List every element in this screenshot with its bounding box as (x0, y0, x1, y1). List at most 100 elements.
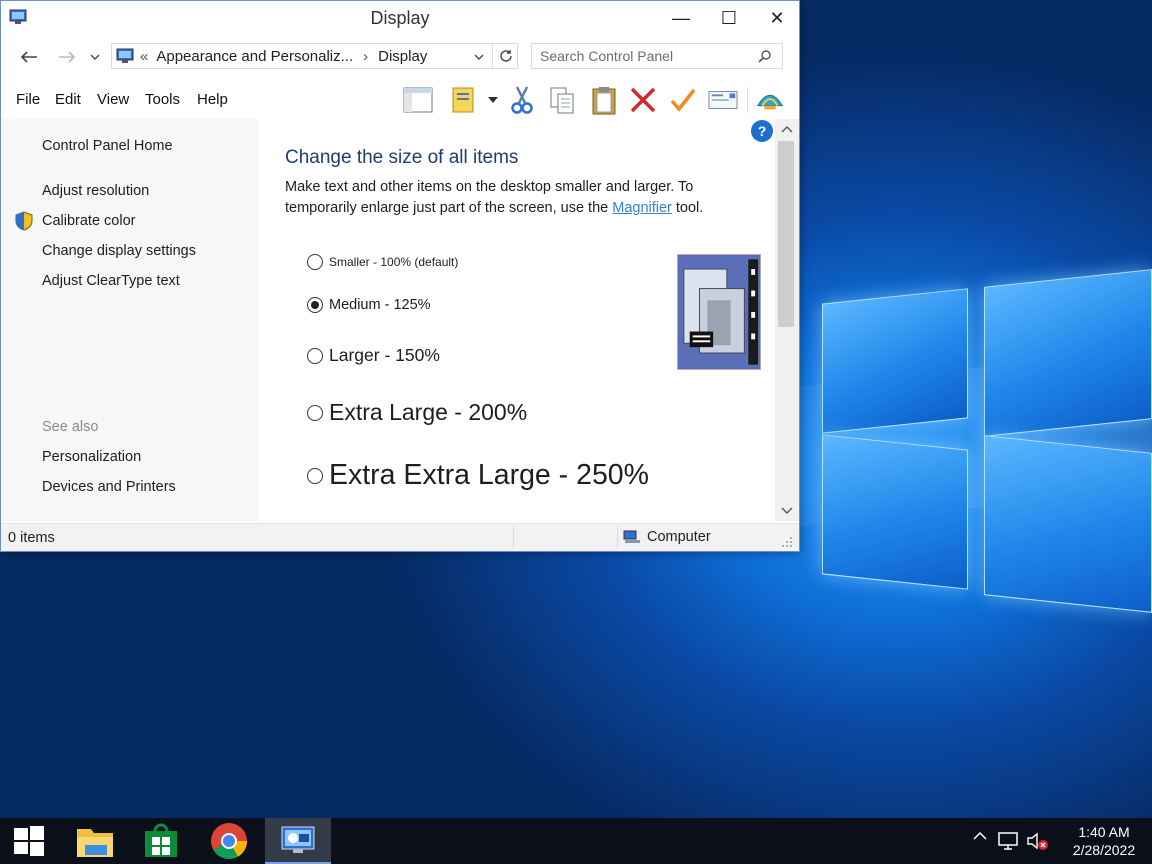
wallpaper-pane (822, 434, 968, 590)
mail-button[interactable] (708, 85, 738, 115)
forward-arrow-icon (59, 51, 76, 63)
status-divider (513, 526, 514, 548)
back-button[interactable] (15, 45, 43, 69)
layout-icon (403, 87, 433, 113)
paste-icon (592, 87, 616, 115)
forward-button[interactable] (53, 45, 81, 69)
maximize-button[interactable]: ☐ (705, 1, 753, 35)
check-icon (670, 88, 696, 112)
breadcrumb-appearance[interactable]: Appearance and Personaliz... (156, 48, 353, 65)
status-divider (617, 526, 618, 548)
menu-file[interactable]: File (16, 91, 40, 108)
title-bar[interactable]: Display — ☐ ✕ (1, 1, 799, 35)
file-explorer-taskbar-button[interactable] (66, 818, 124, 864)
breadcrumb-overflow[interactable]: « (140, 48, 148, 65)
option-smaller[interactable]: Smaller - 100% (default) (307, 254, 458, 270)
copy-button[interactable] (547, 85, 577, 115)
page-title: Change the size of all items (285, 147, 519, 168)
menu-edit[interactable]: Edit (55, 91, 81, 108)
delete-icon (630, 87, 656, 113)
menu-tools[interactable]: Tools (145, 91, 180, 108)
control-panel-taskbar-button[interactable] (265, 818, 331, 864)
magnifier-link[interactable]: Magnifier (612, 200, 672, 216)
radio-extra-extra-large[interactable] (307, 467, 323, 484)
close-button[interactable]: ✕ (753, 1, 801, 35)
store-taskbar-button[interactable] (132, 818, 190, 864)
cut-button[interactable] (507, 85, 537, 115)
status-location-label: Computer (647, 529, 711, 545)
network-tray-button[interactable] (998, 831, 1020, 855)
option-label: Extra Extra Large - 250% (329, 459, 649, 491)
option-extra-large[interactable]: Extra Large - 200% (307, 399, 527, 426)
properties-button[interactable] (449, 85, 479, 115)
store-icon (145, 823, 177, 857)
control-panel-home-link[interactable]: Control Panel Home (42, 138, 173, 154)
control-panel-icon (281, 826, 315, 853)
vertical-scrollbar[interactable] (775, 119, 799, 521)
chevron-down-icon (488, 97, 498, 103)
chrome-icon (211, 823, 247, 860)
network-icon (998, 832, 1018, 850)
recent-locations-button[interactable] (83, 45, 107, 69)
chevron-down-icon (90, 54, 100, 60)
option-extra-extra-large[interactable]: Extra Extra Large - 250% (307, 459, 649, 492)
delete-button[interactable] (628, 85, 658, 115)
resize-grip-icon[interactable] (781, 536, 793, 548)
option-label: Extra Large - 200% (329, 399, 528, 425)
chrome-taskbar-button[interactable] (200, 818, 258, 864)
radio-larger[interactable] (307, 347, 323, 364)
clock-time: 1:40 AM (1078, 824, 1130, 840)
adjust-resolution-link[interactable]: Adjust resolution (42, 183, 149, 199)
menu-view[interactable]: View (97, 91, 129, 108)
help-icon[interactable]: ? (751, 120, 773, 142)
scrollbar-thumb[interactable] (778, 141, 794, 327)
adjust-cleartype-link[interactable]: Adjust ClearType text (42, 273, 180, 289)
radio-smaller[interactable] (307, 254, 323, 270)
menu-help[interactable]: Help (197, 91, 228, 108)
calibrate-color-link[interactable]: Calibrate color (42, 213, 136, 229)
refresh-button[interactable] (492, 44, 518, 68)
scroll-down-icon[interactable] (781, 507, 793, 515)
control-panel-icon (116, 48, 134, 63)
option-label: Medium - 125% (329, 297, 431, 313)
radio-medium[interactable] (307, 297, 323, 313)
main-content: Change the size of all items Make text a… (259, 119, 775, 521)
address-row: « Appearance and Personaliz... › Display… (1, 39, 799, 75)
personalization-link[interactable]: Personalization (42, 449, 141, 465)
radio-extra-large[interactable] (307, 404, 323, 421)
properties-dropdown-button[interactable] (483, 85, 503, 115)
change-display-settings-link[interactable]: Change display settings (42, 243, 196, 259)
toolbar-separator (747, 87, 748, 113)
properties-icon (452, 87, 474, 113)
refresh-icon (499, 50, 512, 62)
paste-button[interactable] (589, 85, 619, 115)
layout-button[interactable] (403, 85, 433, 115)
volume-tray-button[interactable] (1026, 831, 1050, 855)
show-hidden-icons-button[interactable] (972, 829, 988, 846)
back-arrow-icon (20, 51, 37, 63)
scroll-up-icon[interactable] (781, 125, 793, 133)
search-input[interactable]: Search Control Panel (531, 43, 783, 69)
see-also-heading: See also (42, 419, 99, 435)
devices-and-printers-link[interactable]: Devices and Printers (42, 479, 176, 495)
computer-icon (623, 530, 640, 543)
display-preview-image (677, 254, 761, 370)
search-icon[interactable] (758, 49, 772, 63)
windows-logo-icon (14, 826, 44, 856)
search-placeholder: Search Control Panel (540, 48, 674, 64)
address-bar[interactable]: « Appearance and Personaliz... › Display (111, 43, 518, 69)
breadcrumb-display[interactable]: Display (378, 48, 427, 65)
address-dropdown-icon[interactable] (474, 54, 484, 60)
shell-button[interactable] (755, 85, 785, 115)
shell-icon (756, 94, 784, 110)
start-button[interactable] (0, 818, 58, 864)
taskbar-clock[interactable]: 1:40 AM 2/28/2022 (1064, 823, 1144, 859)
check-button[interactable] (668, 85, 698, 115)
option-medium[interactable]: Medium - 125% (307, 297, 431, 313)
menu-bar: File Edit View Tools Help (1, 81, 799, 117)
minimize-button[interactable]: — (657, 1, 705, 35)
volume-muted-icon (1027, 832, 1048, 850)
option-larger[interactable]: Larger - 150% (307, 345, 440, 366)
page-description: Make text and other items on the desktop… (285, 177, 755, 219)
breadcrumb-separator[interactable]: › (363, 48, 368, 65)
